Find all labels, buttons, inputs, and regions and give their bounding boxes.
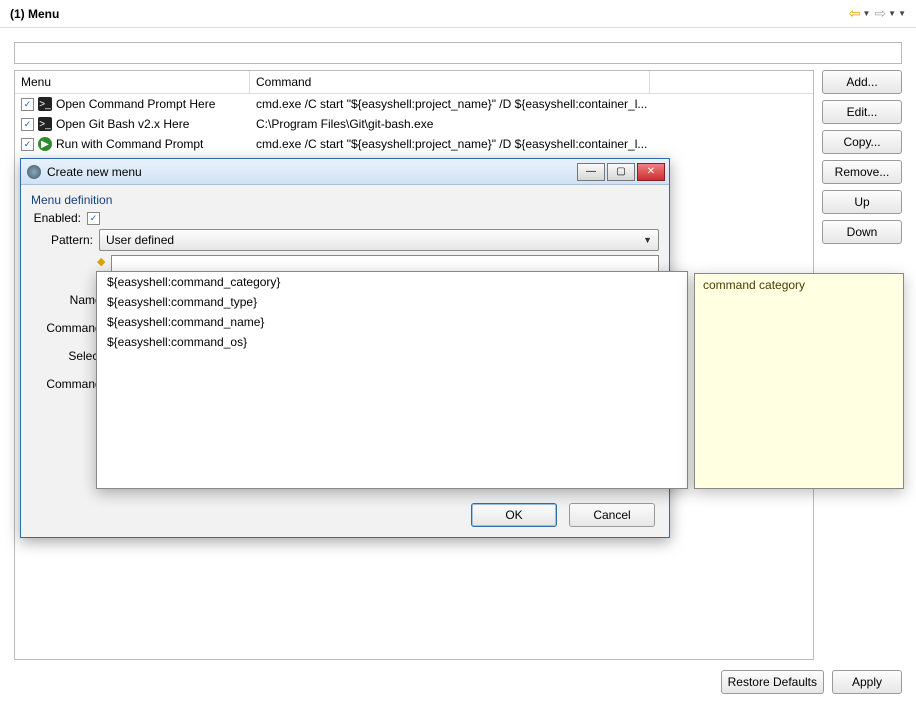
tooltip: command category bbox=[694, 273, 904, 489]
select-label: Select: bbox=[31, 349, 105, 363]
cell-menu-text: Open Command Prompt Here bbox=[56, 97, 215, 111]
row-checkbox[interactable]: ✓ bbox=[21, 118, 34, 131]
column-header-command[interactable]: Command bbox=[250, 71, 650, 93]
up-button[interactable]: Up bbox=[822, 190, 902, 214]
back-dropdown-icon[interactable]: ▼ bbox=[863, 9, 871, 18]
terminal-icon: >_ bbox=[38, 117, 52, 131]
terminal-icon: >_ bbox=[38, 97, 52, 111]
name-label: Name: bbox=[31, 293, 105, 307]
ok-button[interactable]: OK bbox=[471, 503, 557, 527]
cell-menu-text: Open Git Bash v2.x Here bbox=[56, 117, 189, 131]
autocomplete-item[interactable]: ${easyshell:command_name} bbox=[97, 312, 687, 332]
dialog-title: Create new menu bbox=[47, 165, 142, 179]
footer-buttons: Restore Defaults Apply bbox=[721, 670, 902, 694]
tooltip-text: command category bbox=[703, 278, 805, 292]
forward-dropdown-icon[interactable]: ▼ bbox=[888, 9, 896, 18]
titlebar: (1) Menu ⇦ ▼ ⇨ ▼ ▼ bbox=[0, 0, 916, 28]
pattern-label: Pattern: bbox=[31, 233, 93, 247]
command2-label: Command: bbox=[31, 377, 105, 391]
cell-command: cmd.exe /C start "${easyshell:project_na… bbox=[250, 97, 650, 111]
forward-icon[interactable]: ⇨ bbox=[874, 5, 886, 22]
dialog-titlebar[interactable]: Create new menu — ▢ ✕ bbox=[21, 159, 669, 185]
command-label: Command: bbox=[31, 321, 105, 335]
autocomplete-item[interactable]: ${easyshell:command_type} bbox=[97, 292, 687, 312]
nav-arrows: ⇦ ▼ ⇨ ▼ ▼ bbox=[849, 5, 906, 22]
cell-command: C:\Program Files\Git\git-bash.exe bbox=[250, 117, 650, 131]
cell-command: cmd.exe /C start "${easyshell:project_na… bbox=[250, 137, 650, 151]
apply-button[interactable]: Apply bbox=[832, 670, 902, 694]
filter-input[interactable] bbox=[14, 42, 902, 64]
minimize-button[interactable]: — bbox=[577, 163, 605, 181]
restore-defaults-button[interactable]: Restore Defaults bbox=[721, 670, 824, 694]
close-button[interactable]: ✕ bbox=[637, 163, 665, 181]
edit-button[interactable]: Edit... bbox=[822, 100, 902, 124]
table-header: Menu Command bbox=[15, 71, 813, 94]
run-icon: ▶ bbox=[38, 137, 52, 151]
dialog-section-title: Menu definition bbox=[31, 193, 659, 207]
column-header-menu[interactable]: Menu bbox=[15, 71, 250, 93]
cell-menu: ✓ ▶ Run with Command Prompt bbox=[15, 137, 250, 151]
cell-menu: ✓ >_ Open Command Prompt Here bbox=[15, 97, 250, 111]
hint-icon: ◆ bbox=[97, 255, 105, 268]
enabled-label: Enabled: bbox=[25, 211, 81, 225]
page-title: (1) Menu bbox=[10, 7, 59, 21]
back-icon[interactable]: ⇦ bbox=[849, 5, 861, 22]
maximize-button[interactable]: ▢ bbox=[607, 163, 635, 181]
menu-dropdown-icon[interactable]: ▼ bbox=[898, 9, 906, 18]
remove-button[interactable]: Remove... bbox=[822, 160, 902, 184]
chevron-down-icon: ▼ bbox=[643, 235, 652, 245]
add-button[interactable]: Add... bbox=[822, 70, 902, 94]
cancel-button[interactable]: Cancel bbox=[569, 503, 655, 527]
table-row[interactable]: ✓ ▶ Run with Command Prompt cmd.exe /C star… bbox=[15, 134, 813, 154]
table-row[interactable]: ✓ >_ Open Command Prompt Here cmd.exe /C st… bbox=[15, 94, 813, 114]
autocomplete-popup: ${easyshell:command_category}${easyshell… bbox=[96, 271, 688, 489]
cell-menu-text: Run with Command Prompt bbox=[56, 137, 203, 151]
table-row[interactable]: ✓ >_ Open Git Bash v2.x Here C:\Program Fil… bbox=[15, 114, 813, 134]
enabled-checkbox[interactable]: ✓ bbox=[87, 212, 100, 225]
row-checkbox[interactable]: ✓ bbox=[21, 138, 34, 151]
autocomplete-item[interactable]: ${easyshell:command_os} bbox=[97, 332, 687, 352]
down-button[interactable]: Down bbox=[822, 220, 902, 244]
pattern-value: User defined bbox=[106, 233, 174, 247]
row-checkbox[interactable]: ✓ bbox=[21, 98, 34, 111]
cell-menu: ✓ >_ Open Git Bash v2.x Here bbox=[15, 117, 250, 131]
pattern-select[interactable]: User defined ▼ bbox=[99, 229, 659, 251]
dialog-icon bbox=[27, 165, 41, 179]
copy-button[interactable]: Copy... bbox=[822, 130, 902, 154]
autocomplete-item[interactable]: ${easyshell:command_category} bbox=[97, 272, 687, 292]
